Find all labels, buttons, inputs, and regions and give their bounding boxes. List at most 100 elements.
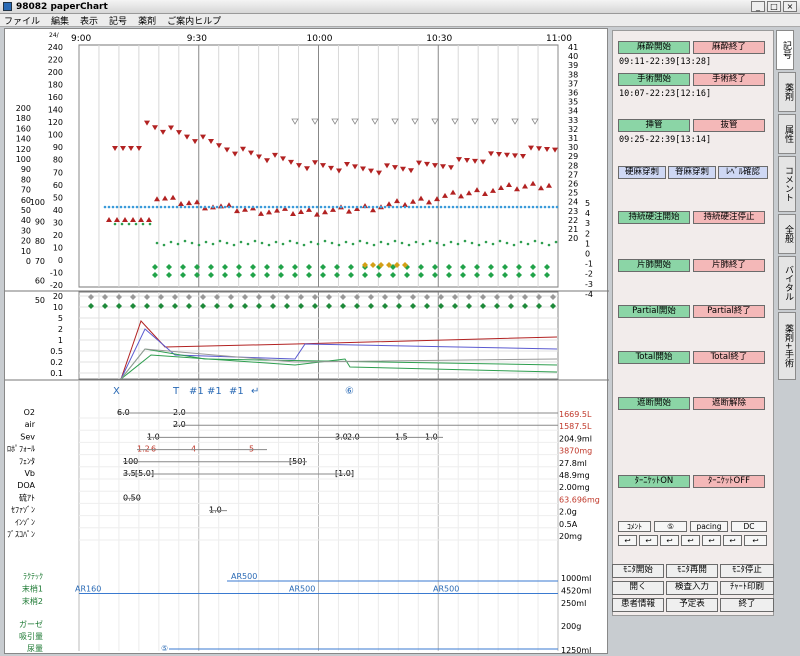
etco2-mark bbox=[540, 241, 544, 245]
menu-view[interactable]: 表示 bbox=[80, 14, 98, 27]
level-check-button[interactable]: ﾚﾍﾞﾙ確認 bbox=[718, 166, 768, 179]
tab-attribute[interactable]: 属性 bbox=[778, 114, 796, 154]
arrow-button-5[interactable]: ↩ bbox=[702, 535, 721, 546]
drug-total: 1587.5L bbox=[559, 422, 592, 431]
spo2-mark bbox=[303, 205, 307, 209]
right-scale-label: 26 bbox=[568, 180, 578, 189]
end-button[interactable]: 終了 bbox=[720, 598, 774, 612]
etco2-mark bbox=[498, 239, 502, 243]
menu-drug[interactable]: 薬剤 bbox=[138, 14, 156, 27]
anesthesia-chart[interactable]: 9:00 9:30 10:00 10:30 11:00 24/240 220 200 180 16… bbox=[4, 28, 609, 655]
op-start-button[interactable]: 手術開始 bbox=[618, 73, 690, 86]
left-scale-b-label: 40 bbox=[21, 216, 31, 225]
chart-canvas[interactable]: 9:00 9:30 10:00 10:30 11:0024/24022020018016… bbox=[5, 29, 609, 655]
etco2-mark bbox=[218, 239, 222, 243]
right-scale-label: 41 bbox=[568, 43, 578, 52]
spo2-mark bbox=[259, 205, 263, 209]
one-lung-start-button[interactable]: 片肺開始 bbox=[618, 259, 690, 272]
menu-help[interactable]: ご案内ヒルプ bbox=[167, 14, 221, 27]
epidural-puncture-button[interactable]: 硬麻穿刺 bbox=[618, 166, 666, 179]
right-scale-label: 32 bbox=[568, 125, 578, 134]
log-scale-label: 1 bbox=[58, 336, 63, 345]
spinal-puncture-button[interactable]: 脊麻穿刺 bbox=[668, 166, 716, 179]
etco2-mark bbox=[176, 242, 180, 246]
clamp-start-button[interactable]: 遮断開始 bbox=[618, 397, 690, 410]
monitor-stop-button[interactable]: ﾓﾆﾀ停止 bbox=[720, 564, 774, 578]
tab-vital[interactable]: バイタル bbox=[778, 256, 796, 310]
tab-comment[interactable]: コメント bbox=[778, 156, 796, 212]
spo2-mark bbox=[471, 205, 475, 209]
op-end-button[interactable]: 手術終了 bbox=[693, 73, 765, 86]
etco2-mark bbox=[155, 241, 159, 245]
etco2-mark bbox=[204, 240, 208, 244]
total-end-button[interactable]: Total終了 bbox=[693, 351, 765, 364]
one-lung-end-button[interactable]: 片肺終了 bbox=[693, 259, 765, 272]
spo2-mark bbox=[339, 205, 343, 209]
spo2-mark bbox=[443, 205, 447, 209]
extubate-button[interactable]: 抜管 bbox=[693, 119, 765, 132]
arrow-button-6[interactable]: ↩ bbox=[723, 535, 742, 546]
monitor-resume-button[interactable]: ﾓﾆﾀ再開 bbox=[666, 564, 718, 578]
right-scale-label: 38 bbox=[568, 70, 578, 79]
tourniquet-off-button[interactable]: ﾀｰﾆｹｯﾄOFF bbox=[693, 475, 765, 488]
spo2-mark bbox=[371, 205, 375, 209]
arrow-button-4[interactable]: ↩ bbox=[681, 535, 700, 546]
total-start-button[interactable]: Total開始 bbox=[618, 351, 690, 364]
maximize-button[interactable]: □ bbox=[767, 1, 781, 12]
close-button[interactable]: × bbox=[783, 1, 797, 12]
comment-button[interactable]: ｺﾒﾝﾄ bbox=[618, 521, 651, 532]
menu-edit[interactable]: 編集 bbox=[51, 14, 69, 27]
schedule-button[interactable]: 予定表 bbox=[666, 598, 718, 612]
drug-total: 63.696mg bbox=[559, 495, 600, 504]
spo2-mark bbox=[411, 205, 415, 209]
spo2-mark bbox=[543, 205, 547, 209]
output-name-label: 尿量 bbox=[27, 644, 43, 653]
left-scale-b-label: 80 bbox=[21, 175, 31, 184]
anes-start-button[interactable]: 麻酔開始 bbox=[618, 41, 690, 54]
spo2-mark bbox=[423, 205, 427, 209]
chart-print-button[interactable]: ﾁｬｰﾄ印刷 bbox=[720, 581, 774, 595]
left-scale-b-label: 10 bbox=[21, 247, 31, 256]
arrow-button-7[interactable]: ↩ bbox=[744, 535, 767, 546]
right-scale-b-label: 4 bbox=[585, 209, 590, 218]
spo2-mark bbox=[507, 205, 511, 209]
drug-name-label: Sev bbox=[20, 432, 35, 441]
arrow-button-1[interactable]: ↩ bbox=[618, 535, 637, 546]
tab-drug[interactable]: 薬剤 bbox=[778, 72, 796, 112]
spo2-mark bbox=[383, 205, 387, 209]
spo2-mark bbox=[355, 205, 359, 209]
menu-symbol[interactable]: 記号 bbox=[109, 14, 127, 27]
menu-file[interactable]: ファイル bbox=[4, 14, 40, 27]
title-bar: 98082 paperChart _ □ × bbox=[0, 0, 800, 14]
partial-end-button[interactable]: Partial終了 bbox=[693, 305, 765, 318]
fluid-dose: AR160 bbox=[75, 585, 101, 594]
tourniquet-on-button[interactable]: ﾀｰﾆｹｯﾄON bbox=[618, 475, 690, 488]
monitor-start-button[interactable]: ﾓﾆﾀ開始 bbox=[612, 564, 664, 578]
anes-end-button[interactable]: 麻酔終了 bbox=[693, 41, 765, 54]
etco2-mark bbox=[239, 240, 243, 244]
minimize-button[interactable]: _ bbox=[751, 1, 765, 12]
spo2-mark bbox=[539, 205, 543, 209]
tab-drug-surgery[interactable]: 薬剤+手術 bbox=[778, 312, 796, 380]
epidural-stop-button[interactable]: 持続硬注停止 bbox=[693, 211, 765, 224]
intubate-button[interactable]: 挿管 bbox=[618, 119, 690, 132]
arrow-button-2[interactable]: ↩ bbox=[639, 535, 658, 546]
etco2-mark bbox=[386, 242, 390, 246]
number-button[interactable]: ⑤ bbox=[654, 521, 687, 532]
lab-input-button[interactable]: 検査入力 bbox=[666, 581, 718, 595]
epidural-start-button[interactable]: 持続硬注開始 bbox=[618, 211, 690, 224]
tab-symbol[interactable]: 記号 bbox=[776, 30, 794, 70]
dc-button[interactable]: DC bbox=[731, 521, 767, 532]
clamp-release-button[interactable]: 遮断解除 bbox=[693, 397, 765, 410]
arrow-button-3[interactable]: ↩ bbox=[660, 535, 679, 546]
spo2-mark bbox=[455, 205, 459, 209]
open-button[interactable]: 開く bbox=[612, 581, 664, 595]
tab-general[interactable]: 全般 bbox=[778, 214, 796, 254]
spo2-mark bbox=[271, 205, 275, 209]
patient-info-button[interactable]: 患者情報 bbox=[612, 598, 664, 612]
fluid-name-label: 末梢1 bbox=[22, 584, 43, 594]
left-scale-label: 70 bbox=[53, 168, 63, 177]
pacing-button[interactable]: pacing bbox=[690, 521, 728, 532]
partial-start-button[interactable]: Partial開始 bbox=[618, 305, 690, 318]
etco2-mark bbox=[400, 241, 404, 245]
